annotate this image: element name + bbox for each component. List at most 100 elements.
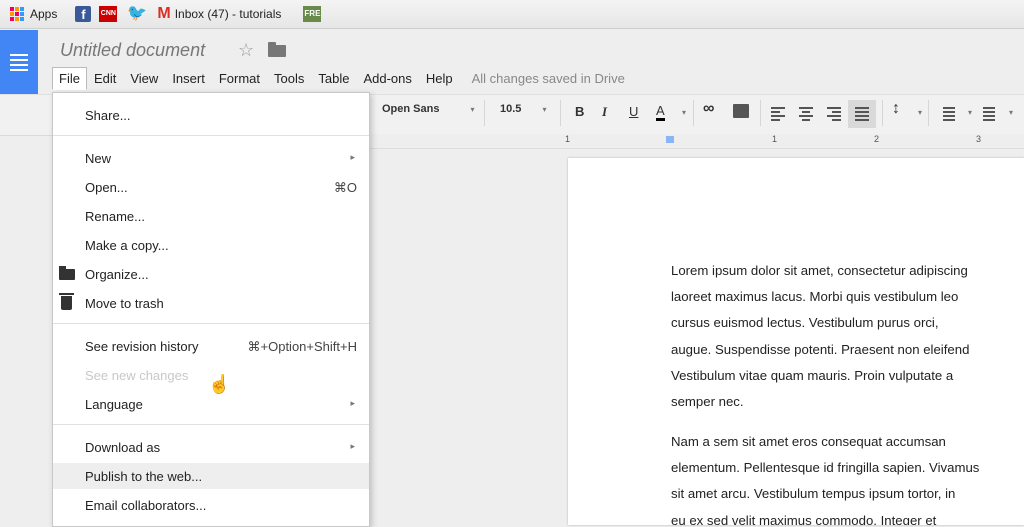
- star-icon[interactable]: ☆: [238, 40, 254, 61]
- menu-file[interactable]: File: [52, 66, 87, 90]
- menu-divider: [53, 424, 369, 425]
- document-page[interactable]: Lorem ipsum dolor sit amet, consectetur …: [568, 158, 1024, 525]
- menu-item-publish-to-web[interactable]: Publish to the web...: [53, 463, 369, 489]
- menu-item-make-copy[interactable]: Make a copy...: [53, 232, 369, 258]
- menu-item-label: Open...: [85, 180, 128, 195]
- menu-divider: [53, 135, 369, 136]
- menu-item-rename[interactable]: Rename...: [53, 203, 369, 229]
- menu-item-revision-history[interactable]: See revision history ⌘+Option+Shift+H: [53, 333, 369, 359]
- menu-item-label: Move to trash: [85, 296, 164, 311]
- menu-item-label: See revision history: [85, 339, 199, 354]
- menu-help[interactable]: Help: [419, 67, 460, 90]
- apps-bookmark[interactable]: Apps: [10, 7, 57, 21]
- menu-item-shortcut: ⌘O: [333, 180, 357, 195]
- chevron-down-icon: ▾: [542, 105, 547, 114]
- align-right-icon[interactable]: [827, 107, 841, 123]
- chevron-down-icon[interactable]: ▾: [968, 108, 972, 117]
- menu-item-email-collaborators[interactable]: Email collaborators...: [53, 492, 369, 518]
- line-spacing-icon[interactable]: ↕: [892, 100, 900, 118]
- menu-view[interactable]: View: [123, 67, 165, 90]
- text-color-button[interactable]: A: [656, 104, 665, 121]
- menu-item-share[interactable]: Share...: [53, 102, 369, 128]
- apps-label: Apps: [30, 7, 58, 21]
- menu-item-move-to-trash[interactable]: Move to trash: [53, 290, 369, 316]
- fr-icon: FRE: [303, 6, 322, 22]
- facebook-icon: f: [75, 6, 92, 22]
- menu-item-label: Make a copy...: [85, 238, 169, 253]
- paragraph-2: Nam a sem sit amet eros consequat accums…: [671, 429, 1024, 525]
- file-menu: Share... New ▸ Open... ⌘O Rename... Make…: [52, 92, 370, 527]
- submenu-arrow-icon: ▸: [350, 398, 355, 408]
- cnn-bookmark[interactable]: CNN: [99, 6, 118, 22]
- text-line: elementum. Pellentesque id fringilla sap…: [671, 460, 980, 476]
- indent-marker[interactable]: [666, 136, 674, 143]
- align-left-icon[interactable]: [771, 107, 785, 123]
- text-line: augue. Suspendisse potenti. Praesent non…: [671, 341, 970, 357]
- menu-item-new[interactable]: New ▸: [53, 145, 369, 171]
- toolbar-divider: [693, 100, 694, 126]
- chevron-down-icon[interactable]: ▾: [1009, 108, 1013, 117]
- text-line: Vestibulum vitae quam mauris. Proin vulp…: [671, 367, 954, 383]
- menu-item-label: Rename...: [85, 209, 145, 224]
- ruler-tick-label: 1: [772, 134, 778, 144]
- toolbar-divider: [928, 100, 929, 126]
- trash-icon: [59, 293, 74, 310]
- submenu-arrow-icon: ▸: [350, 152, 355, 162]
- menu-divider: [53, 323, 369, 324]
- cnn-icon: CNN: [99, 6, 118, 22]
- menu-table[interactable]: Table: [311, 67, 356, 90]
- bold-button[interactable]: B: [575, 104, 584, 119]
- chevron-down-icon[interactable]: ▾: [918, 108, 922, 117]
- folder-icon[interactable]: [268, 42, 286, 57]
- numbered-list-icon[interactable]: [940, 107, 955, 123]
- link-icon[interactable]: ∞: [703, 100, 714, 118]
- menu-item-shortcut: ⌘+Option+Shift+H: [247, 339, 357, 354]
- ruler-tick-label: 1: [565, 134, 571, 144]
- text-line: laoreet maximus lacus. Morbi quis vestib…: [671, 289, 959, 305]
- menu-edit[interactable]: Edit: [87, 67, 123, 90]
- menu-addons[interactable]: Add-ons: [356, 67, 418, 90]
- font-size-value: 10.5: [500, 103, 522, 115]
- menu-item-download-as[interactable]: Download as ▸: [53, 434, 369, 460]
- ruler-tick-label: 2: [874, 134, 880, 144]
- ruler-tick-label: 3: [976, 134, 982, 144]
- chevron-down-icon[interactable]: ▾: [682, 108, 686, 117]
- comment-icon[interactable]: [733, 104, 749, 118]
- menu-item-open[interactable]: Open... ⌘O: [53, 174, 369, 200]
- fr-bookmark[interactable]: FRE: [303, 6, 322, 22]
- font-family-select[interactable]: Open Sans ▾: [382, 103, 475, 115]
- menu-tools[interactable]: Tools: [267, 67, 311, 90]
- toolbar-divider: [882, 100, 883, 126]
- twitter-icon: 🐦: [127, 5, 148, 22]
- menu-format[interactable]: Format: [212, 67, 267, 90]
- menu-item-label: Email collaborators...: [85, 498, 207, 513]
- menu-item-label: Publish to the web...: [85, 469, 203, 484]
- menu-bar: File Edit View Insert Format Tools Table…: [52, 66, 625, 90]
- text-line: Nam a sem sit amet eros consequat accums…: [671, 434, 946, 449]
- chevron-down-icon: ▾: [470, 105, 475, 114]
- text-line: cursus euismod lectus. Vestibulum purus …: [671, 315, 939, 331]
- underline-button[interactable]: U: [629, 104, 638, 119]
- menu-item-label: See new changes: [85, 368, 189, 383]
- align-center-icon[interactable]: [799, 107, 813, 123]
- menu-insert[interactable]: Insert: [165, 67, 212, 90]
- submenu-arrow-icon: ▸: [350, 441, 355, 451]
- bulleted-list-icon[interactable]: [980, 107, 995, 123]
- facebook-bookmark[interactable]: f: [75, 6, 92, 22]
- document-title[interactable]: Untitled document: [60, 40, 205, 61]
- align-justify-icon: [855, 107, 869, 123]
- text-line: eu ex sed velit maximus commodo. Integer…: [671, 512, 937, 525]
- docs-home-logo[interactable]: [0, 30, 38, 94]
- font-size-select[interactable]: 10.5 ▾: [500, 103, 547, 115]
- menu-item-label: Organize...: [85, 267, 149, 282]
- menu-item-label: Share...: [85, 108, 131, 123]
- toolbar-divider: [760, 100, 761, 126]
- text-line: sit amet arcu. Vestibulum tempus ipsum t…: [671, 486, 956, 502]
- apps-grid-icon: [10, 7, 24, 21]
- twitter-bookmark[interactable]: 🐦: [127, 5, 148, 22]
- italic-button[interactable]: I: [602, 104, 607, 120]
- toolbar-divider: [560, 100, 561, 126]
- gmail-bookmark[interactable]: M Inbox (47) - tutorials: [157, 5, 281, 23]
- menu-item-label: New: [85, 151, 112, 166]
- menu-item-organize[interactable]: Organize...: [53, 261, 369, 287]
